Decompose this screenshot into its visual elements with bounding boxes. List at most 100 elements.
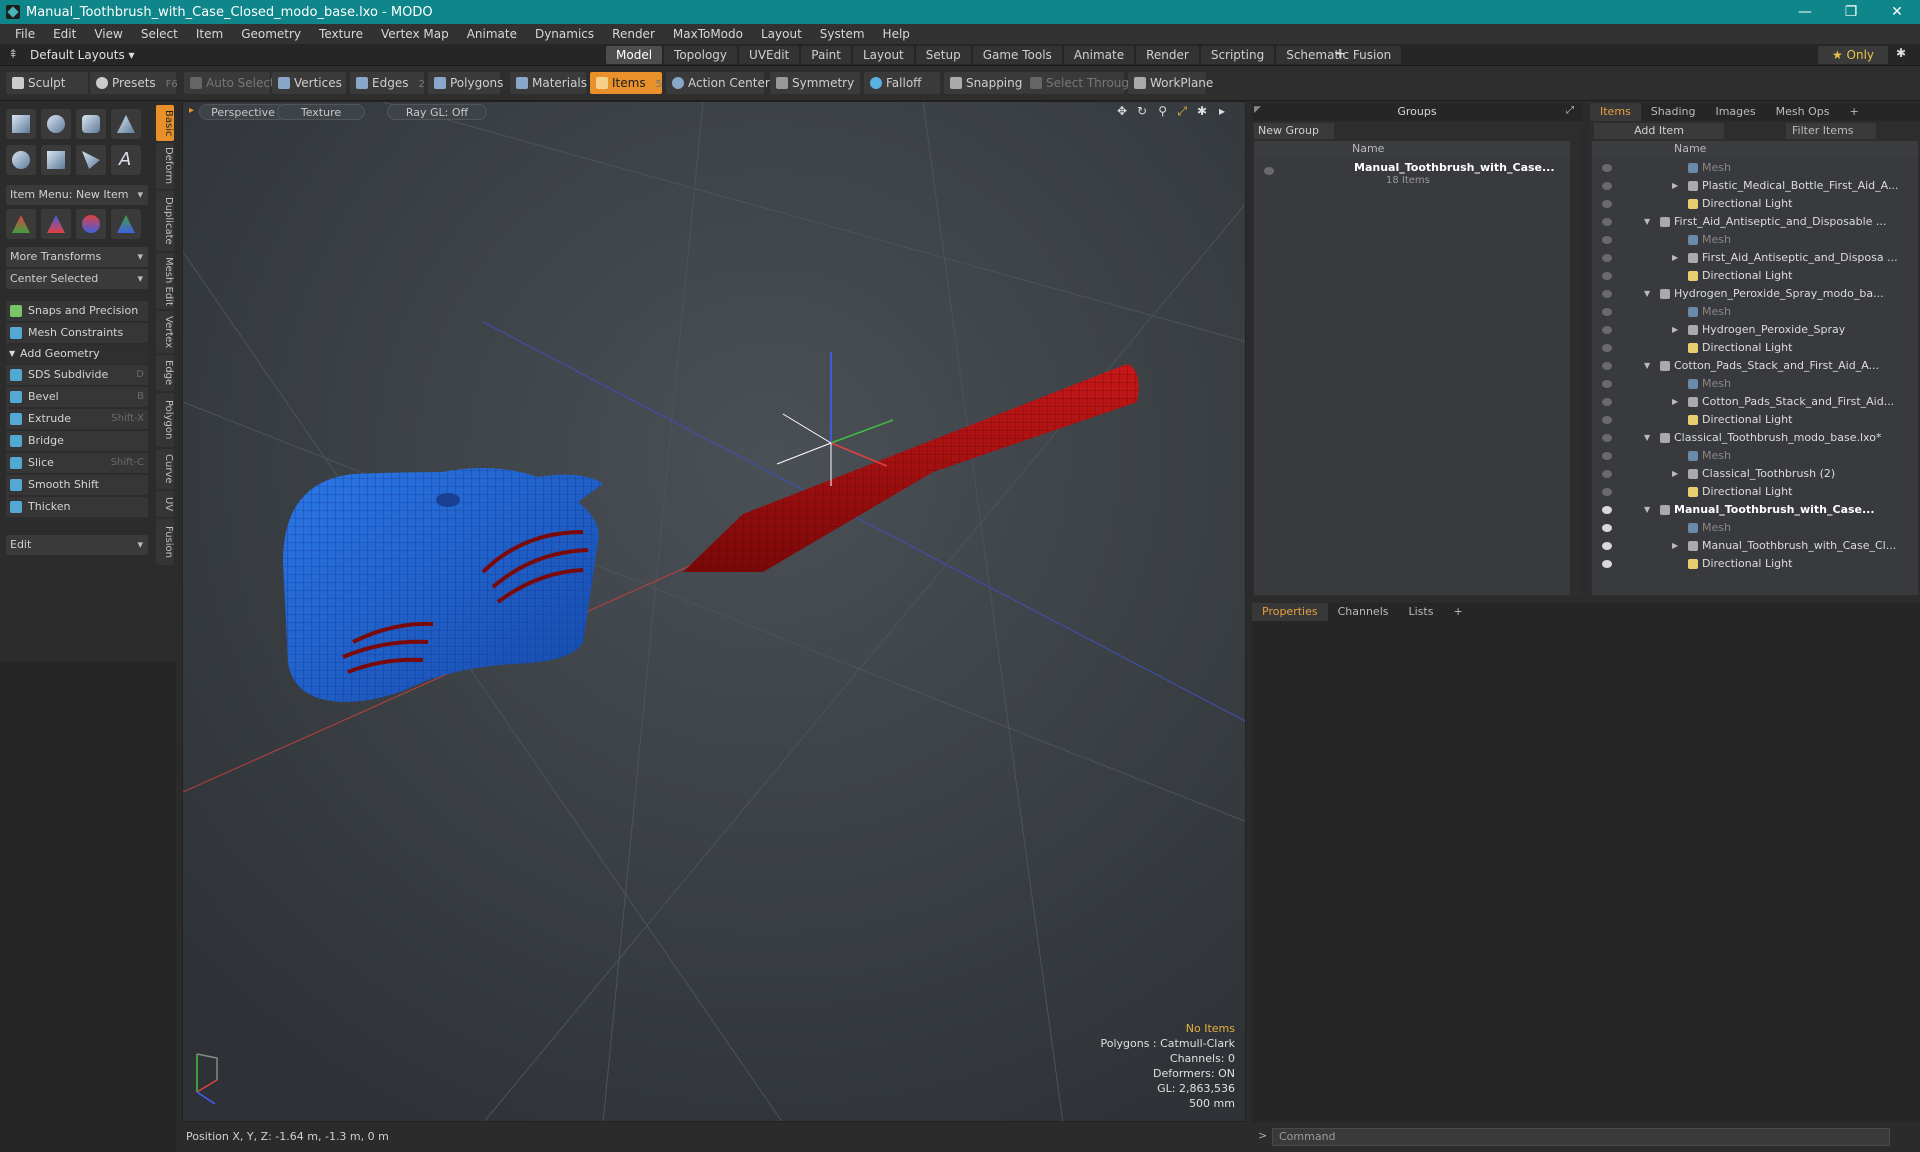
items-tab-images[interactable]: Images [1705,103,1765,121]
props-tab-properties[interactable]: Properties [1252,603,1328,621]
vtab-mesh-edit[interactable]: Mesh Edit [156,253,174,309]
tab-model[interactable]: Model [606,46,663,64]
visibility-eye-icon[interactable] [1602,308,1612,316]
expand-arrow-icon[interactable]: ▶ [1672,177,1678,195]
tool-slice[interactable]: Slice Shift-C [6,453,148,473]
vtab-duplicate[interactable]: Duplicate [156,191,174,251]
tool-bevel[interactable]: Bevel B [6,387,148,407]
panel-expand-icon[interactable]: ⤢ [1566,105,1574,116]
text-tool-button[interactable]: A [111,145,141,175]
torus-primitive-button[interactable] [6,145,36,175]
expand-arrow-icon[interactable]: ▼ [1644,213,1650,231]
maximize-button[interactable]: ❐ [1828,0,1874,24]
transform-tool-button[interactable] [111,209,141,239]
workplane-button[interactable]: WorkPlane [1128,72,1213,94]
group-row[interactable]: Manual_Toothbrush_with_Case... 18 Items [1254,159,1570,195]
menu-dynamics[interactable]: Dynamics [526,27,603,41]
menu-texture[interactable]: Texture [310,27,372,41]
materials-button[interactable]: Materials [510,72,587,94]
menu-animate[interactable]: Animate [458,27,526,41]
menu-maxtomodo[interactable]: MaxToModo [664,27,752,41]
menu-edit[interactable]: Edit [44,27,85,41]
falloff-button[interactable]: Falloff [864,72,940,94]
item-row[interactable]: Mesh [1592,447,1902,465]
edit-dropdown[interactable]: Edit [6,535,148,555]
item-row[interactable]: Directional Light [1592,555,1902,573]
item-row[interactable]: Mesh [1592,303,1902,321]
visibility-eye-icon[interactable] [1602,164,1612,172]
visibility-eye-icon[interactable] [1602,434,1612,442]
group-visibility-icon[interactable] [1264,167,1274,175]
snapping-button[interactable]: Snapping [944,72,1024,94]
action-center-button[interactable]: Action Center [666,72,770,94]
items-tab-mesh-ops[interactable]: Mesh Ops [1766,103,1840,121]
auto-select-button[interactable]: Auto Select [184,72,275,94]
visibility-eye-icon[interactable] [1602,362,1612,370]
expand-arrow-icon[interactable]: ▼ [1644,357,1650,375]
filter-items-input[interactable]: Filter Items [1786,123,1876,139]
menu-help[interactable]: Help [874,27,919,41]
tube-tool-button[interactable] [41,145,71,175]
visibility-eye-icon[interactable] [1602,380,1612,388]
tab-layout[interactable]: Layout [852,46,914,64]
visibility-eye-icon[interactable] [1602,560,1612,568]
view-texture-button[interactable]: Texture [277,104,365,120]
layout-pin-icon[interactable]: ⇞ [8,47,18,61]
item-row[interactable]: ▼ First_Aid_Antiseptic_and_Disposable ... [1592,213,1902,231]
visibility-eye-icon[interactable] [1602,200,1612,208]
add-geometry-section[interactable]: ▼ Add Geometry [6,345,148,363]
viewport-settings-icon[interactable]: ✱ [1197,104,1207,118]
item-row[interactable]: ▶ Hydrogen_Peroxide_Spray [1592,321,1902,339]
menu-file[interactable]: File [6,27,44,41]
add-item-button[interactable]: Add Item [1594,123,1724,139]
sculpt-button[interactable]: Sculpt [6,72,88,94]
mesh-constraints-button[interactable]: Mesh Constraints [6,323,148,343]
menu-system[interactable]: System [811,27,874,41]
pen-tool-button[interactable] [76,145,106,175]
menu-select[interactable]: Select [132,27,187,41]
gear-icon[interactable]: ✱ [1896,46,1906,60]
tab-game-tools[interactable]: Game Tools [972,46,1062,64]
item-row[interactable]: ▶ Manual_Toothbrush_with_Case_Cl... [1592,537,1902,555]
tab-scripting[interactable]: Scripting [1200,46,1275,64]
cone-primitive-button[interactable] [111,109,141,139]
item-row[interactable]: ▼ Cotton_Pads_Stack_and_First_Aid_A... [1592,357,1902,375]
item-row[interactable]: Directional Light [1592,195,1902,213]
item-menu-dropdown[interactable]: Item Menu: New Item [6,185,148,205]
item-row[interactable]: ▼ Hydrogen_Peroxide_Spray_modo_ba... [1592,285,1902,303]
more-transforms-dropdown[interactable]: More Transforms [6,247,148,267]
tool-bridge[interactable]: Bridge [6,431,148,451]
expand-arrow-icon[interactable]: ▶ [1672,249,1678,267]
panel-menu-icon[interactable]: ◤ [1254,105,1261,115]
menu-geometry[interactable]: Geometry [232,27,310,41]
item-row[interactable]: Directional Light [1592,411,1902,429]
menu-item[interactable]: Item [187,27,232,41]
view-raygl-button[interactable]: Ray GL: Off [387,104,487,120]
visibility-eye-icon[interactable] [1602,452,1612,460]
items-tab-shading[interactable]: Shading [1641,103,1706,121]
command-input[interactable]: Command [1272,1128,1890,1146]
expand-arrow-icon[interactable]: ▶ [1672,537,1678,555]
tab-render[interactable]: Render [1136,46,1199,64]
select-through-button[interactable]: Select Through [1024,72,1137,94]
item-row[interactable]: Mesh [1592,375,1902,393]
expand-arrow-icon[interactable]: ▶ [1672,465,1678,483]
visibility-eye-icon[interactable] [1602,398,1612,406]
expand-arrow-icon[interactable]: ▼ [1644,429,1650,447]
visibility-eye-icon[interactable] [1602,236,1612,244]
zoom-icon[interactable]: ⚲ [1158,104,1167,118]
cylinder-primitive-button[interactable] [76,109,106,139]
props-tab-lists[interactable]: Lists [1399,603,1444,621]
vtab-uv[interactable]: UV [156,491,174,517]
item-row[interactable]: Directional Light [1592,483,1902,501]
tab-setup[interactable]: Setup [915,46,971,64]
polygons-button[interactable]: Polygons [428,72,503,94]
tab-topology[interactable]: Topology [664,46,738,64]
items-tab-add[interactable]: + [1840,103,1869,121]
rotate-tool-button[interactable] [41,209,71,239]
item-row[interactable]: Directional Light [1592,267,1902,285]
props-tab-channels[interactable]: Channels [1328,603,1399,621]
scale-tool-button[interactable] [76,209,106,239]
tool-smooth-shift[interactable]: Smooth Shift [6,475,148,495]
item-row[interactable]: Mesh [1592,231,1902,249]
